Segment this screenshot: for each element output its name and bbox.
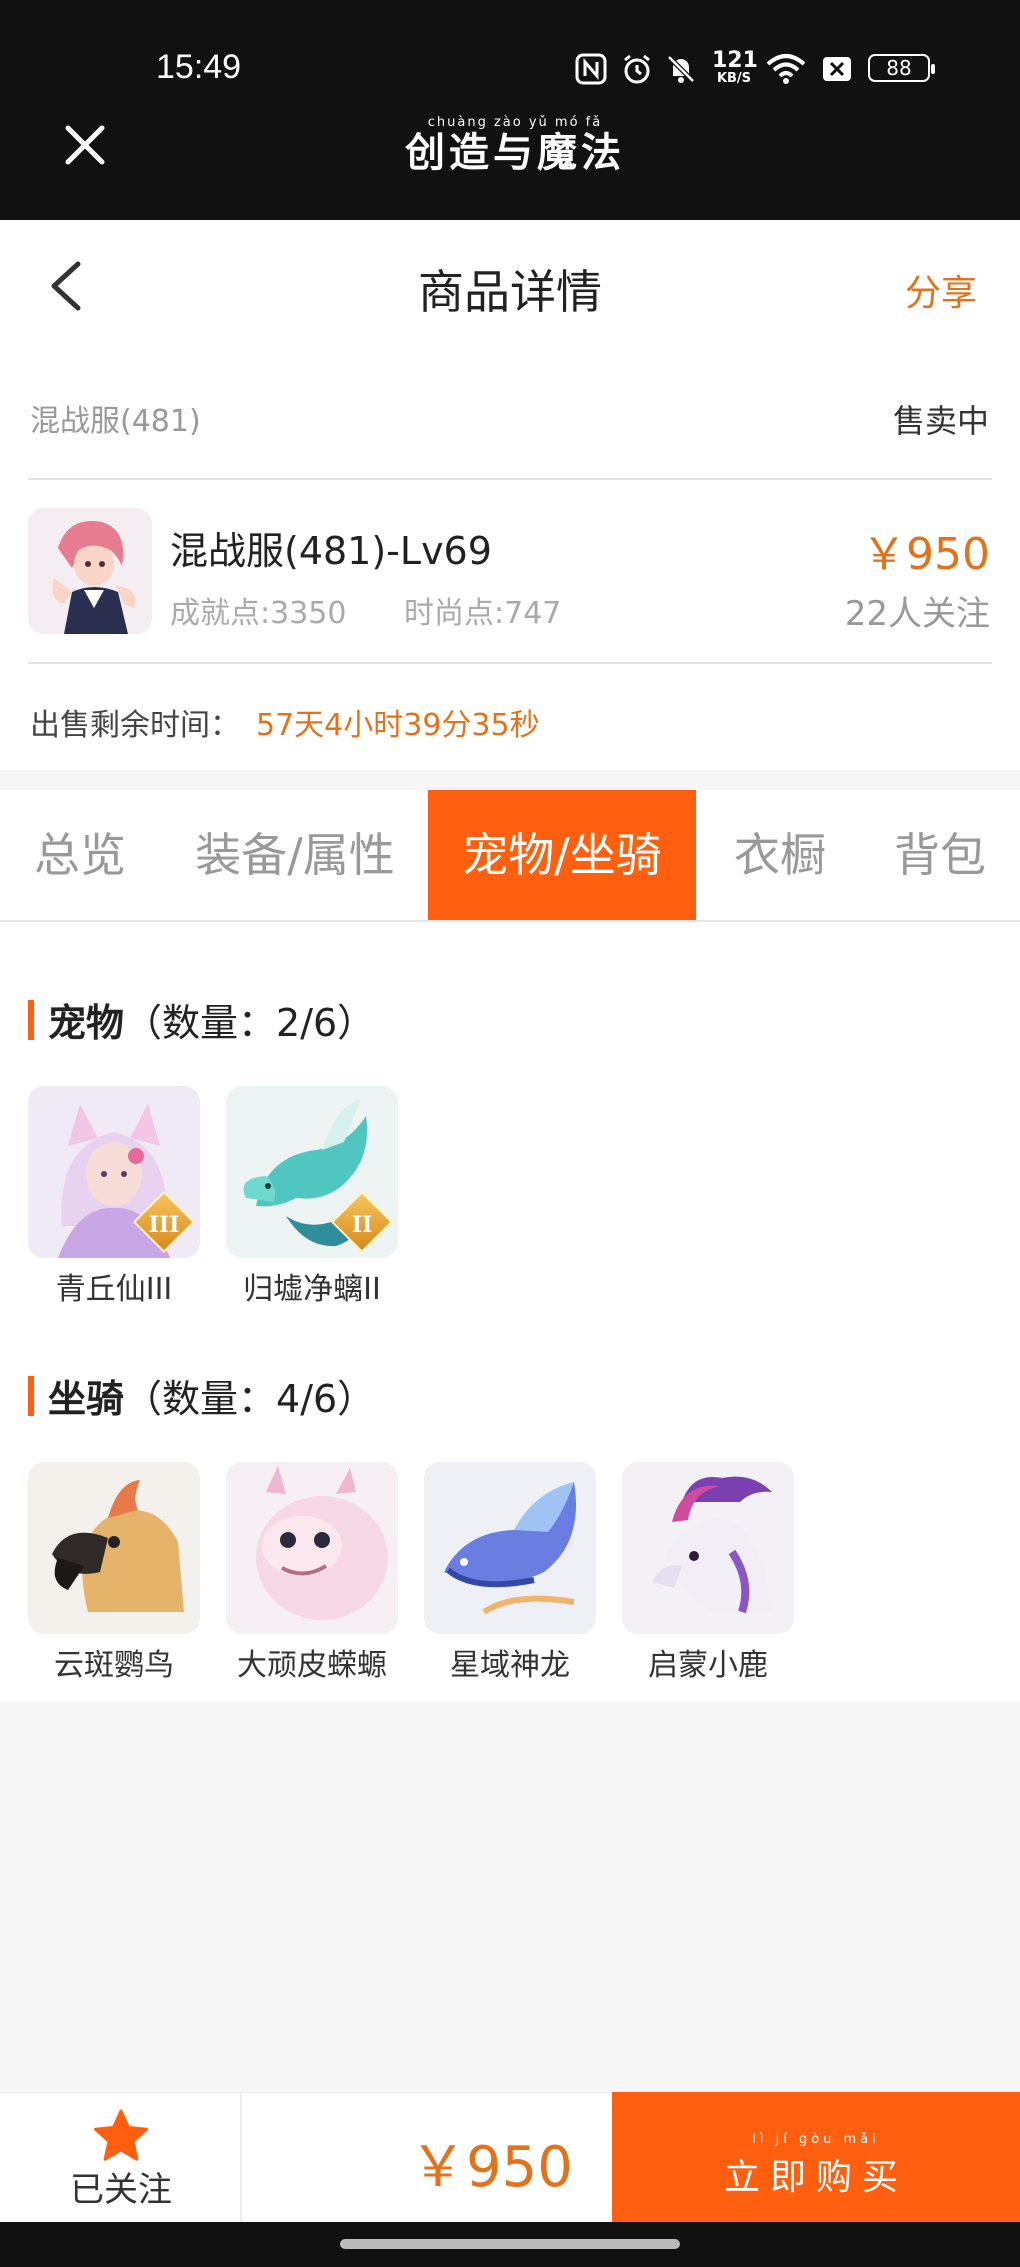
tab-overview[interactable]: 总览 [0,790,160,920]
server-name: 混战服(481) [30,404,201,439]
pets-title: 宠物 [48,1001,125,1045]
listing-price: ￥950 [862,529,990,580]
net-speed-unit: KB/S [716,71,752,86]
network-speed: 121 KB/S [712,48,758,86]
pet-thumbnail: III [28,1086,200,1258]
mount-item[interactable]: 星域神龙 [424,1462,596,1684]
mounts-section-title: 坐骑（数量：4/6） [28,1368,375,1423]
pet-item[interactable]: II 归墟净螭II [226,1086,398,1308]
watcher-count: 22人关注 [844,594,990,634]
rank-badge-text: II [351,1212,373,1238]
character-avatar [28,508,152,634]
mount-item[interactable]: 大顽皮蝾螈 [226,1462,398,1684]
pets-section-title: 宠物（数量：2/6） [28,992,375,1047]
star-icon[interactable] [92,2108,150,2164]
remaining-time-value: 57天4小时39分35秒 [256,708,540,743]
buy-now-button[interactable]: lì jí gòu mǎi 立即购买 [612,2092,1020,2222]
tab-backpack[interactable]: 背包 [870,790,1010,920]
status-bar [0,0,1020,220]
mount-item[interactable]: 云斑鹦鸟 [28,1462,200,1684]
mount-name: 星域神龙 [450,1648,570,1683]
buy-pinyin: lì jí gòu mǎi [752,2132,880,2147]
status-time: 15:49 [156,48,242,86]
mount-name: 启蒙小鹿 [648,1648,768,1683]
mount-item[interactable]: 启蒙小鹿 [622,1462,794,1684]
achievement-points: 成就点:3350 [170,596,347,631]
remaining-time-label: 出售剩余时间： [30,708,240,743]
mounts-count: （数量：4/6） [124,1377,376,1421]
detail-tabs: 总览 装备/属性 宠物/坐骑 衣橱 背包 [0,790,1020,922]
share-button[interactable]: 分享 [905,264,977,316]
pets-count: （数量：2/6） [124,1001,376,1045]
page-title: 商品详情 [418,265,602,319]
alarm-icon [620,52,654,84]
mounts-title: 坐骑 [48,1377,125,1421]
wifi-icon [764,52,808,84]
pets-mounts-panel: 宠物（数量：2/6） III 青丘仙III II 归墟净螭II 坐骑（数量：4/… [0,922,1020,1702]
mount-name: 云斑鹦鸟 [54,1648,174,1683]
sale-status: 售卖中 [893,402,990,440]
brand-logo: chuàng zào yǔ mó fǎ 创造与魔法 [395,115,635,175]
home-indicator[interactable] [340,2239,680,2249]
mount-thumbnail [622,1462,794,1634]
divider [28,478,992,480]
divider [28,662,992,664]
net-speed-value: 121 [712,48,758,73]
mount-thumbnail [424,1462,596,1634]
battery-indicator: 88 [868,54,935,82]
pet-name: 归墟净螭II [243,1272,381,1307]
fashion-points: 时尚点:747 [404,596,562,631]
pet-item[interactable]: III 青丘仙III [28,1086,200,1308]
mute-notifications-icon [664,52,698,84]
bottom-price: ￥950 [410,2135,573,2200]
close-icon[interactable] [58,118,112,172]
no-sim-icon [820,52,854,84]
rank-badge-text: III [148,1212,180,1238]
mount-thumbnail [226,1462,398,1634]
follow-label[interactable]: 已关注 [0,2162,242,2211]
nfc-icon [574,52,608,85]
pet-thumbnail: II [226,1086,398,1258]
mount-name: 大顽皮蝾螈 [237,1648,387,1683]
tab-equipment[interactable]: 装备/属性 [180,790,410,920]
brand-title: 创造与魔法 [405,129,625,176]
tab-pets-mounts[interactable]: 宠物/坐骑 [428,790,696,920]
pet-name: 青丘仙III [55,1272,173,1307]
tab-wardrobe[interactable]: 衣橱 [710,790,850,920]
mount-thumbnail [28,1462,200,1634]
buy-label: 立即购买 [723,2157,908,2198]
character-name: 混战服(481)-Lv69 [170,529,492,573]
